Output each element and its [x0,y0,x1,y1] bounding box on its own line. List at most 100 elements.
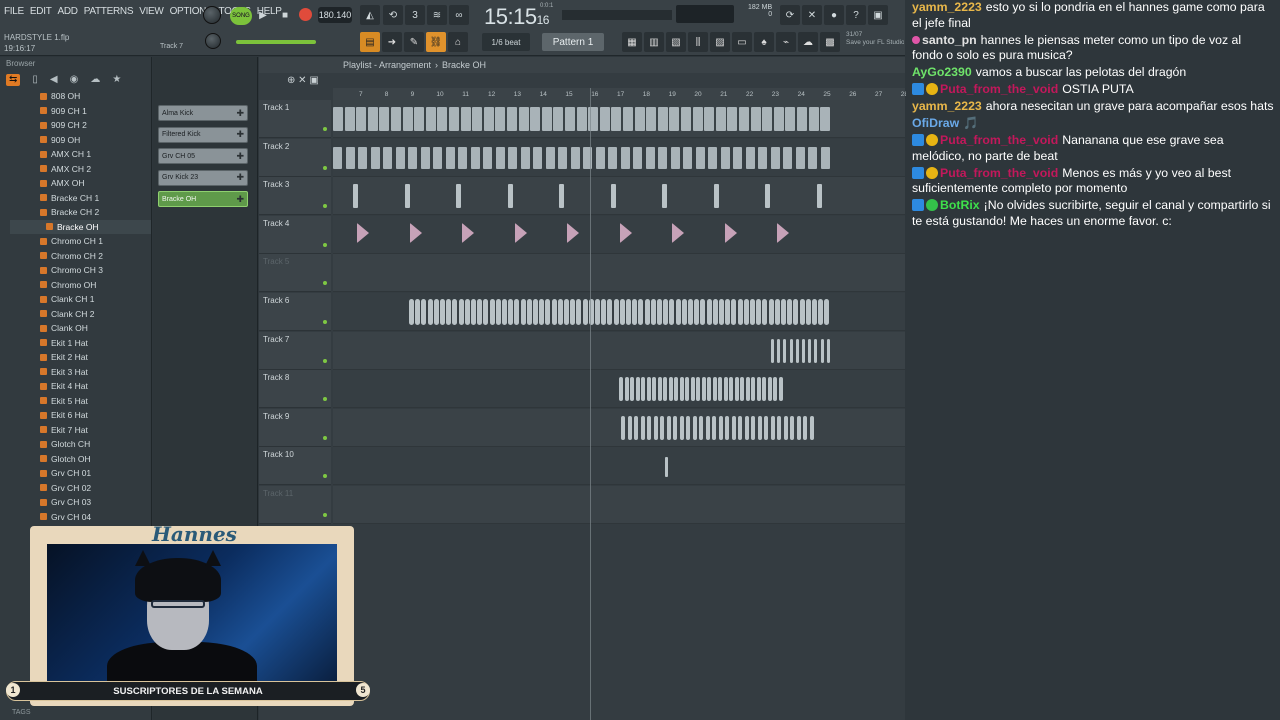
pattern-clip[interactable] [502,299,507,326]
chat-username[interactable]: Puta_from_the_void [940,166,1058,180]
track-header[interactable]: Track 10 [259,447,331,486]
track-lane[interactable] [333,293,905,331]
pattern-clip[interactable] [489,299,495,326]
pattern-clip[interactable] [356,107,367,132]
browser-item[interactable]: Ekit 2 Hat [40,350,151,365]
track-enable-led[interactable] [323,397,327,402]
menu-item-add[interactable]: ADD [58,6,79,17]
browser-item[interactable]: AMX CH 1 [40,147,151,162]
pattern-clip[interactable] [533,299,538,326]
pattern-clip[interactable] [427,299,433,326]
record-button[interactable] [299,8,312,21]
browser-item[interactable]: Chromo CH 1 [40,234,151,249]
pattern-clip[interactable] [658,146,667,169]
pattern-clip[interactable] [706,299,712,326]
pattern-clip[interactable] [808,107,819,132]
track-lane[interactable] [333,100,905,138]
piano-roll-icon[interactable]: ▥ [644,32,664,52]
pattern-clip[interactable] [740,377,744,402]
track-header[interactable]: Track 8 [259,370,331,409]
pattern-clip[interactable] [653,416,658,441]
plugin-icon[interactable]: ▨ [710,32,730,52]
channel-1[interactable]: Filtered Kick ✚ [158,126,248,143]
pattern-clip[interactable] [820,107,831,132]
track-lane[interactable] [333,408,905,447]
pattern-clip[interactable] [731,299,737,326]
pattern-clip[interactable] [805,299,811,326]
track-enable-led[interactable] [323,320,327,324]
pattern-clip[interactable] [483,146,492,169]
browser-item[interactable]: 909 CH 1 [40,104,151,119]
pattern-clip[interactable] [624,377,629,402]
pattern-clip[interactable] [731,416,736,441]
channel-rack-icon[interactable]: ▧ [666,32,686,52]
metronome-icon[interactable]: ◭ [360,5,380,25]
pattern-clip[interactable] [824,299,830,326]
pattern-clip[interactable] [404,184,410,209]
pattern-clip[interactable] [757,416,762,441]
browser-item[interactable]: Bracke CH 1 [40,191,151,206]
pattern-clip[interactable] [508,299,514,326]
cloud-icon[interactable]: ☁ [798,32,818,52]
playlist-tool-icons[interactable]: ⊕ ✕ ▣ [287,75,319,86]
pattern-clip[interactable] [725,416,729,441]
pattern-clip[interactable] [756,299,762,326]
pattern-clip[interactable] [770,416,775,441]
pattern-clip[interactable] [619,299,625,326]
pattern-clip[interactable] [796,416,801,441]
browser-item[interactable]: 909 CH 2 [40,118,151,133]
pattern-clip[interactable] [553,107,564,132]
arrow-icon[interactable]: ➜ [382,32,402,52]
browser-item[interactable]: 909 OH [40,133,151,148]
playlist-icon[interactable]: ▤ [360,32,380,52]
pattern-clip[interactable] [657,377,662,402]
pattern-clip[interactable] [738,416,742,441]
play-icon[interactable]: ▶ [254,6,272,24]
track-lane[interactable] [333,254,905,293]
pattern-clip[interactable] [686,416,690,441]
pattern-clip[interactable] [520,299,526,326]
track-enable-led[interactable] [323,281,327,286]
pattern-clip[interactable] [627,416,632,441]
pattern-clip[interactable] [567,223,579,244]
pattern-clip[interactable] [820,146,830,169]
menu-item-view[interactable]: VIEW [139,6,164,17]
pattern-clip[interactable] [745,377,750,402]
pattern-clip[interactable] [446,299,452,326]
track-header[interactable]: Track 1 [259,100,331,138]
pattern-clip[interactable] [781,299,786,326]
pattern-clip[interactable] [723,377,728,402]
plugin-picker-icon[interactable]: ♠ [754,32,774,52]
track-enable-led[interactable] [323,358,327,363]
pattern-clip[interactable] [539,299,545,326]
pattern-clip[interactable] [812,299,817,326]
playhead[interactable] [590,88,591,720]
pitch-knob[interactable] [205,33,221,49]
pattern-clip[interactable] [778,377,783,402]
pattern-clip[interactable] [576,299,582,326]
channel-3[interactable]: Grv Kick 23 ✚ [158,169,248,186]
pattern-clip[interactable] [437,107,448,132]
pattern-clip[interactable] [803,416,807,441]
pattern-clip[interactable] [409,223,422,244]
pattern-clip[interactable] [477,299,483,326]
pattern-clip[interactable] [816,184,822,209]
pattern-clip[interactable] [545,146,555,169]
pattern-clip[interactable] [663,377,667,402]
pattern-clip[interactable] [620,146,630,169]
menu-item-edit[interactable]: EDIT [30,6,52,17]
pattern-clip[interactable] [449,107,459,132]
pattern-clip[interactable] [345,146,355,169]
pattern-clip[interactable] [557,299,563,326]
pattern-clip[interactable] [685,377,689,402]
pattern-clip[interactable] [433,299,439,326]
pattern-clip[interactable] [559,184,564,209]
pattern-clip[interactable] [818,299,824,326]
pattern-clip[interactable] [790,416,794,441]
chat-username[interactable]: yamm_2223 [912,0,982,14]
pattern-clip[interactable] [582,299,588,326]
star-icon[interactable]: ★ [112,74,121,86]
browser-item[interactable]: Bracke OH [10,219,151,234]
mixer-icon[interactable]: ⫼ [688,32,708,52]
track-header[interactable]: Track 2 [259,138,331,177]
